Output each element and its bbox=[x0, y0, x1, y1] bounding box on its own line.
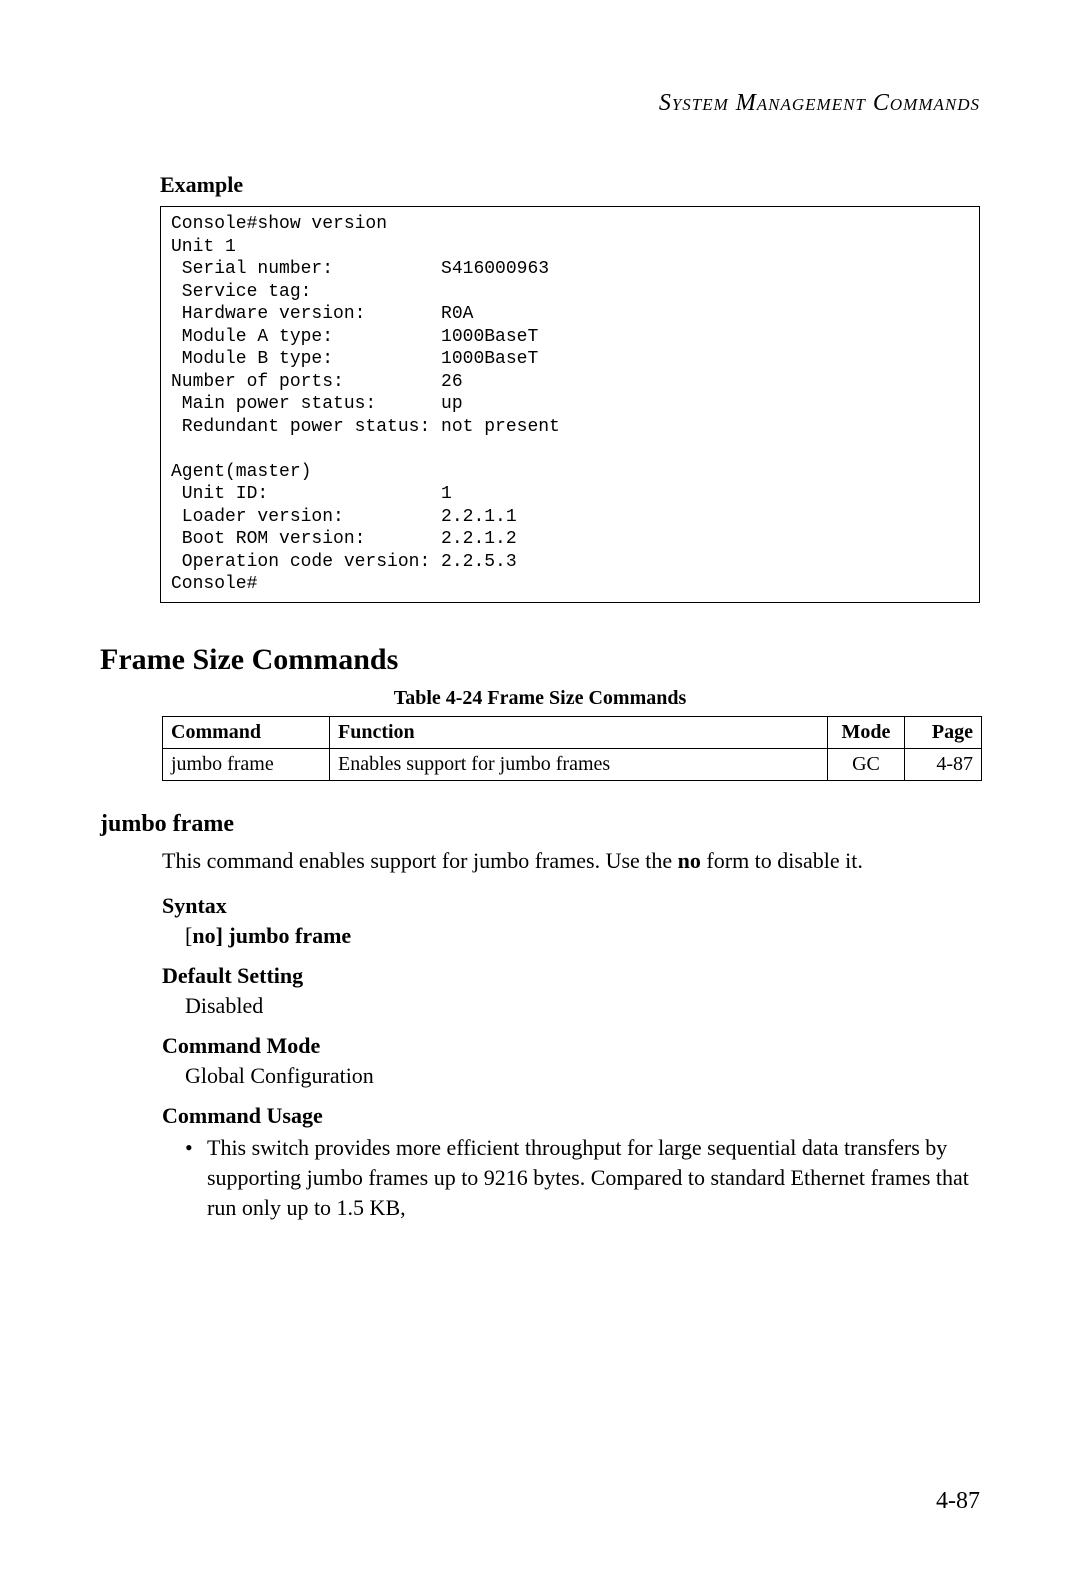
th-page: Page bbox=[905, 716, 982, 748]
default-setting-label: Default Setting bbox=[162, 963, 980, 989]
section-heading: Frame Size Commands bbox=[100, 643, 980, 677]
page-number: 4-87 bbox=[936, 1488, 980, 1515]
syntax-bold: no] jumbo frame bbox=[192, 923, 351, 948]
td-mode: GC bbox=[828, 748, 905, 780]
desc-prefix: This command enables support for jumbo f… bbox=[162, 848, 678, 873]
command-mode-value: Global Configuration bbox=[185, 1063, 980, 1089]
td-page: 4-87 bbox=[905, 748, 982, 780]
td-command: jumbo frame bbox=[163, 748, 330, 780]
running-head: System Management Commands bbox=[100, 90, 980, 117]
example-label: Example bbox=[160, 172, 980, 198]
code-block: Console#show version Unit 1 Serial numbe… bbox=[160, 206, 980, 603]
usage-list: This switch provides more efficient thro… bbox=[185, 1133, 980, 1222]
table-caption: Table 4-24 Frame Size Commands bbox=[100, 687, 980, 710]
th-function: Function bbox=[330, 716, 828, 748]
syntax-label: Syntax bbox=[162, 893, 980, 919]
page: System Management Commands Example Conso… bbox=[0, 0, 1080, 1570]
th-mode: Mode bbox=[828, 716, 905, 748]
td-function: Enables support for jumbo frames bbox=[330, 748, 828, 780]
default-setting-value: Disabled bbox=[185, 993, 980, 1019]
desc-suffix: form to disable it. bbox=[701, 848, 863, 873]
command-usage-label: Command Usage bbox=[162, 1103, 980, 1129]
table-header-row: Command Function Mode Page bbox=[163, 716, 982, 748]
table-row: jumbo frame Enables support for jumbo fr… bbox=[163, 748, 982, 780]
usage-list-item: This switch provides more efficient thro… bbox=[185, 1133, 980, 1222]
syntax-line: [no] jumbo frame bbox=[185, 923, 980, 949]
subsection-heading: jumbo frame bbox=[100, 811, 980, 838]
command-table: Command Function Mode Page jumbo frame E… bbox=[162, 716, 982, 781]
desc-bold: no bbox=[678, 848, 701, 873]
th-command: Command bbox=[163, 716, 330, 748]
description-paragraph: This command enables support for jumbo f… bbox=[162, 846, 980, 876]
command-mode-label: Command Mode bbox=[162, 1033, 980, 1059]
